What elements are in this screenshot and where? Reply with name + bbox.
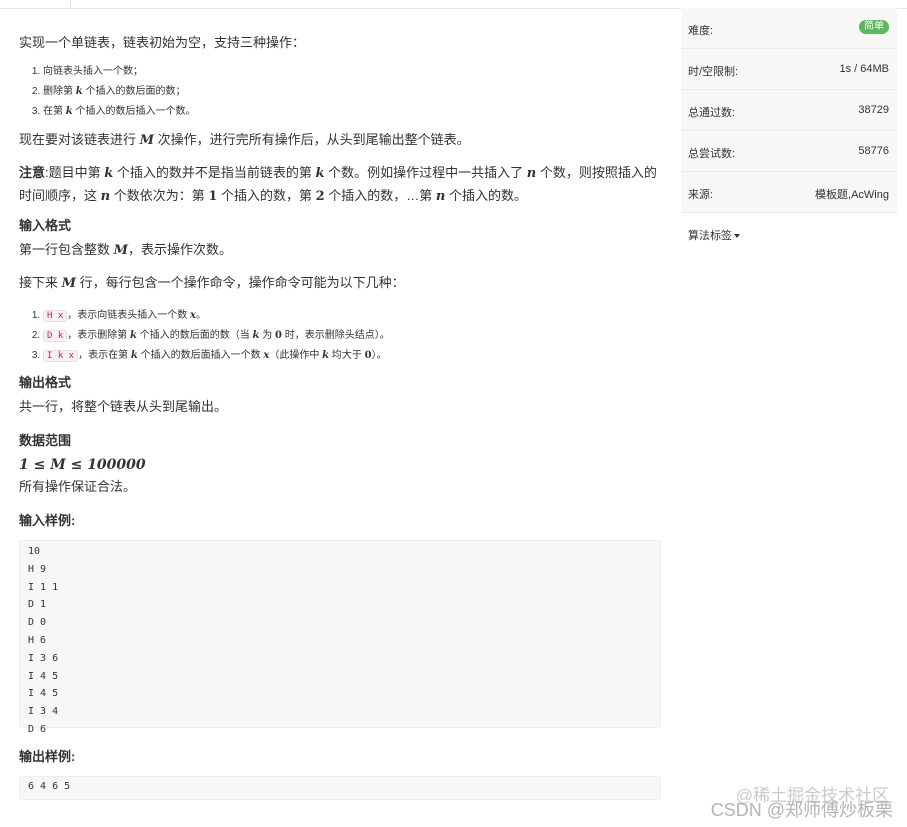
passed-row: 总通过数: 38729	[681, 90, 897, 131]
list-item: I k x，表示在第 k 个插入的数后面插入一个数 x（此操作中 k 均大于 0…	[43, 346, 390, 366]
output-format-heading: 输出格式	[19, 375, 72, 390]
command-code: H x	[43, 310, 68, 322]
range-expression: 1 ≤ M ≤ 100000	[19, 457, 146, 473]
output-line: 共一行，将整个链表从头到尾输出。	[19, 399, 228, 414]
command-code: I k x	[43, 350, 79, 362]
operations-list: 向链表头插入一个数； 删除第 k 个插入的数后面的数； 在第 k 个插入的数后插…	[19, 62, 196, 122]
list-item: H x，表示向链表头插入一个数 x。	[43, 306, 390, 326]
tried-row: 总尝试数: 58776	[681, 131, 897, 172]
difficulty-badge: 简单	[859, 20, 889, 34]
input-line-1: 第一行包含整数 M，表示操作次数。	[19, 242, 233, 258]
passed-label: 总通过数:	[688, 107, 736, 119]
limit-label: 时/空限制:	[688, 66, 739, 78]
tried-value: 58776	[858, 145, 889, 157]
m-operations-text: 现在要对该链表进行 M 次操作，进行完所有操作后，从头到尾输出整个链表。	[19, 132, 470, 148]
limit-row: 时/空限制: 1s / 64MB	[681, 49, 897, 90]
source-label: 来源:	[688, 189, 714, 201]
sample-input-heading: 输入样例:	[19, 513, 76, 528]
commands-list: H x，表示向链表头插入一个数 x。 D k，表示删除第 k 个插入的数后面的数…	[19, 306, 390, 366]
watermark-csdn: CSDN @郑师傅炒板栗	[710, 800, 893, 820]
command-code: D k	[43, 330, 68, 342]
source-row: 来源: 模板题,AcWing	[681, 172, 897, 213]
data-range-heading: 数据范围	[19, 433, 72, 448]
list-item: D k，表示删除第 k 个插入的数后面的数（当 k 为 0 时，表示删除头结点）…	[43, 326, 390, 346]
difficulty-row: 难度: 简单	[681, 8, 897, 49]
passed-value: 38729	[858, 104, 889, 116]
source-value: 模板题,AcWing	[815, 189, 889, 201]
list-item: 删除第 k 个插入的数后面的数；	[43, 82, 196, 102]
sample-output-block[interactable]: 6 4 6 5	[19, 776, 661, 800]
list-item: 向链表头插入一个数；	[43, 62, 196, 82]
tab-divider	[70, 0, 71, 7]
sample-output-heading: 输出样例:	[19, 749, 76, 764]
algorithm-tags-toggle[interactable]: 算法标签	[681, 213, 897, 253]
caret-down-icon	[734, 234, 740, 239]
list-item: 在第 k 个插入的数后插入一个数。	[43, 102, 196, 122]
input-format-heading: 输入格式	[19, 218, 72, 233]
problem-intro: 实现一个单链表，链表初始为空，支持三种操作：	[19, 35, 306, 50]
sample-input-block[interactable]: 10 H 9 I 1 1 D 1 D 0 H 6 I 3 6 I 4 5 I 4…	[19, 540, 661, 735]
note-paragraph: 注意:题目中第 k 个插入的数并不是指当前链表的第 k 个数。例如操作过程中一共…	[19, 165, 657, 204]
tried-label: 总尝试数:	[688, 148, 736, 160]
input-line-2: 接下来 M 行，每行包含一个操作命令，操作命令可能为以下几种：	[19, 275, 405, 291]
limit-value: 1s / 64MB	[839, 63, 889, 75]
range-line: 所有操作保证合法。	[19, 479, 137, 494]
difficulty-label: 难度:	[688, 25, 714, 37]
tags-label: 算法标签	[688, 230, 732, 242]
